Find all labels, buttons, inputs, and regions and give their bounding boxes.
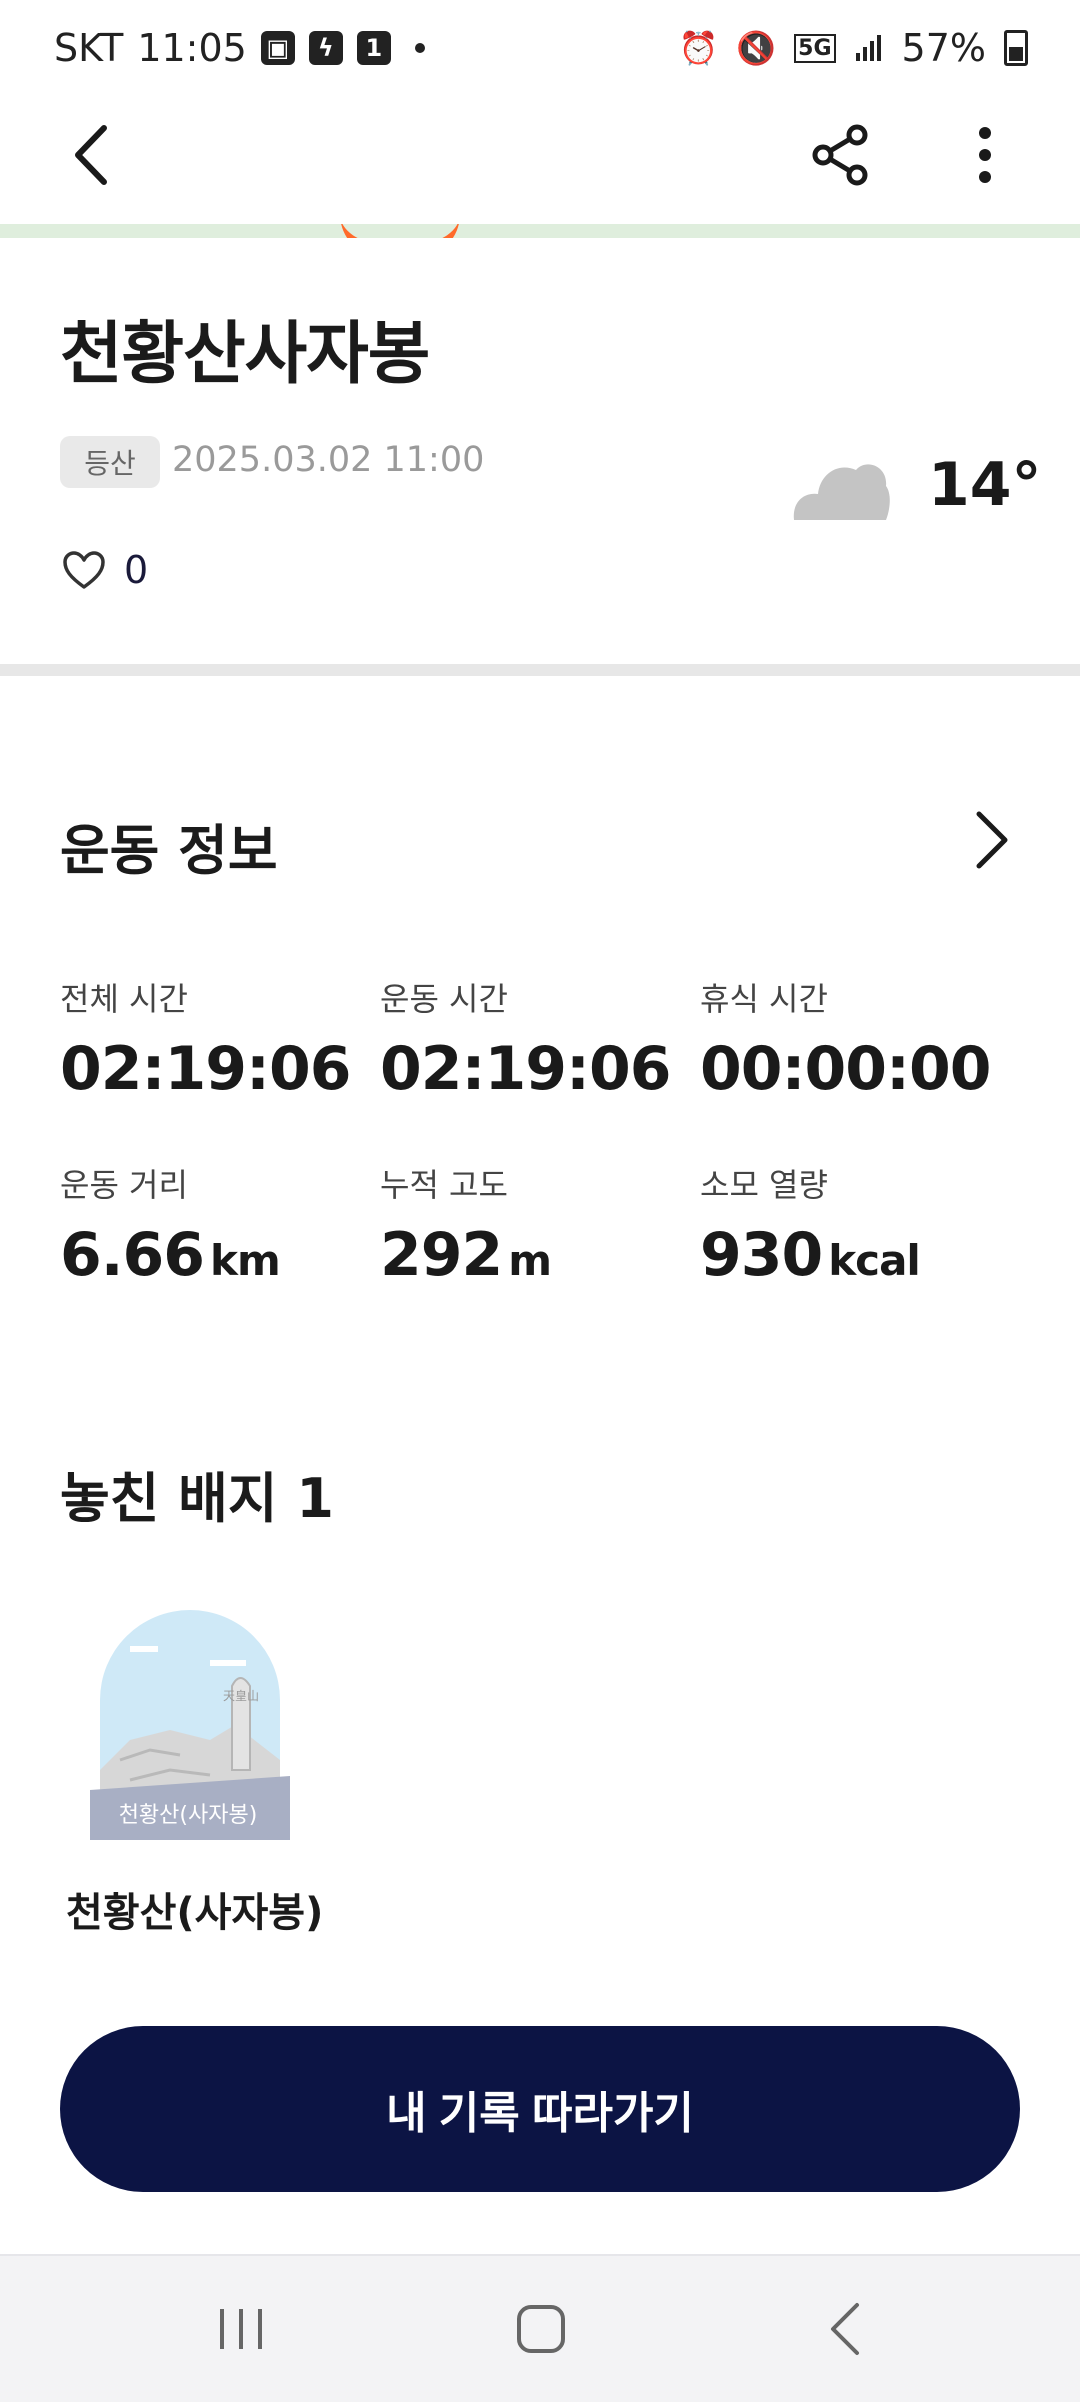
stat-value: 02:19:06 bbox=[60, 1034, 370, 1104]
stat-number: 02:19:06 bbox=[60, 1034, 351, 1104]
battery-icon bbox=[1004, 30, 1028, 66]
stat-value: 00:00:00 bbox=[700, 1034, 1010, 1104]
stat-value: 930 kcal bbox=[700, 1220, 1010, 1290]
back-button[interactable] bbox=[36, 100, 146, 210]
system-back-button[interactable] bbox=[770, 2256, 920, 2402]
home-button[interactable] bbox=[466, 2256, 616, 2402]
battery-percent: 57% bbox=[901, 26, 986, 70]
stat-calories: 소모 열량 930 kcal bbox=[700, 1160, 1010, 1290]
gallery-icon: ▣ bbox=[260, 31, 295, 65]
stat-label: 휴식 시간 bbox=[700, 980, 828, 1018]
category-badge: 등산 bbox=[60, 436, 160, 488]
heart-icon[interactable] bbox=[62, 550, 106, 590]
stat-unit: km bbox=[210, 1236, 281, 1285]
chevron-left-icon bbox=[75, 125, 107, 185]
stat-value: 02:19:06 bbox=[380, 1034, 690, 1104]
chevron-right-icon bbox=[976, 811, 1008, 869]
badge-image: 天皇山 천황산(사자봉) bbox=[90, 1610, 290, 1840]
activity-title: 천황산사자봉 bbox=[60, 315, 430, 394]
back-arrow-icon bbox=[831, 2303, 859, 2355]
stat-unit: kcal bbox=[828, 1236, 921, 1285]
more-vertical-icon bbox=[979, 127, 991, 183]
stat-label: 운동 시간 bbox=[380, 980, 508, 1018]
clock: 11:05 bbox=[137, 26, 247, 70]
stat-value: 6.66 km bbox=[60, 1220, 370, 1290]
missed-badges-title: 놓친 배지 1 bbox=[60, 1467, 334, 1530]
network-type-icon: 5G bbox=[794, 33, 836, 63]
stat-distance: 운동 거리 6.66 km bbox=[60, 1160, 370, 1290]
route-line bbox=[340, 224, 460, 238]
stat-value: 292 m bbox=[380, 1220, 690, 1290]
stat-rest-time: 휴식 시간 00:00:00 bbox=[700, 974, 1010, 1104]
stat-total-time: 전체 시간 02:19:06 bbox=[60, 974, 370, 1104]
app-notification-icon: ϟ bbox=[308, 31, 343, 65]
exercise-section-title: 운동 정보 bbox=[60, 819, 278, 882]
exercise-detail-button[interactable] bbox=[956, 800, 1026, 880]
route-map[interactable] bbox=[0, 224, 1080, 238]
status-left: SKT 11:05 ▣ ϟ 1 bbox=[54, 26, 425, 70]
badge-name: 천황산(사자봉) bbox=[66, 1890, 324, 1936]
like-row[interactable]: 0 bbox=[62, 548, 148, 592]
stat-label: 소모 열량 bbox=[700, 1166, 828, 1204]
stat-unit: m bbox=[508, 1236, 552, 1285]
signal-icon bbox=[855, 35, 881, 61]
stat-number: 292 bbox=[380, 1220, 503, 1290]
stat-number: 6.66 bbox=[60, 1220, 205, 1290]
cloud-icon bbox=[793, 464, 890, 520]
stat-label: 전체 시간 bbox=[60, 980, 188, 1018]
stone-inscription: 天皇山 bbox=[223, 1689, 259, 1703]
weather-info: 14° bbox=[790, 450, 1042, 520]
activity-datetime: 2025.03.02 11:00 bbox=[172, 440, 485, 480]
carrier-label: SKT bbox=[54, 26, 124, 70]
like-count: 0 bbox=[124, 548, 149, 592]
badge-banner-text: 천황산(사자봉) bbox=[119, 1803, 258, 1828]
notification-count-icon: 1 bbox=[356, 31, 391, 65]
status-bar: SKT 11:05 ▣ ϟ 1 ⏰ 🔇 5G 57% bbox=[0, 0, 1080, 100]
alarm-icon: ⏰ bbox=[678, 29, 719, 67]
stat-label: 운동 거리 bbox=[60, 1166, 188, 1204]
system-nav-bar bbox=[0, 2254, 1080, 2402]
stat-elevation: 누적 고도 292 m bbox=[380, 1160, 690, 1290]
stat-number: 02:19:06 bbox=[380, 1034, 671, 1104]
app-header bbox=[0, 100, 1080, 224]
temperature: 14° bbox=[928, 450, 1042, 520]
more-button[interactable] bbox=[930, 100, 1040, 210]
status-right: ⏰ 🔇 5G 57% bbox=[678, 26, 1028, 70]
home-icon bbox=[517, 2305, 565, 2353]
mute-icon: 🔇 bbox=[736, 29, 777, 67]
recent-apps-icon bbox=[220, 2309, 262, 2349]
more-notifications-dot-icon bbox=[414, 43, 425, 53]
stat-number: 00:00:00 bbox=[700, 1034, 991, 1104]
share-icon bbox=[812, 124, 868, 186]
section-divider bbox=[0, 664, 1080, 676]
follow-my-record-button[interactable]: 내 기록 따라가기 bbox=[60, 2026, 1020, 2192]
stat-exercise-time: 운동 시간 02:19:06 bbox=[380, 974, 690, 1104]
stat-label: 누적 고도 bbox=[380, 1166, 508, 1204]
share-button[interactable] bbox=[786, 100, 896, 210]
stat-number: 930 bbox=[700, 1220, 823, 1290]
recent-apps-button[interactable] bbox=[166, 2256, 316, 2402]
badge-item[interactable]: 天皇山 천황산(사자봉) bbox=[60, 1590, 320, 1854]
